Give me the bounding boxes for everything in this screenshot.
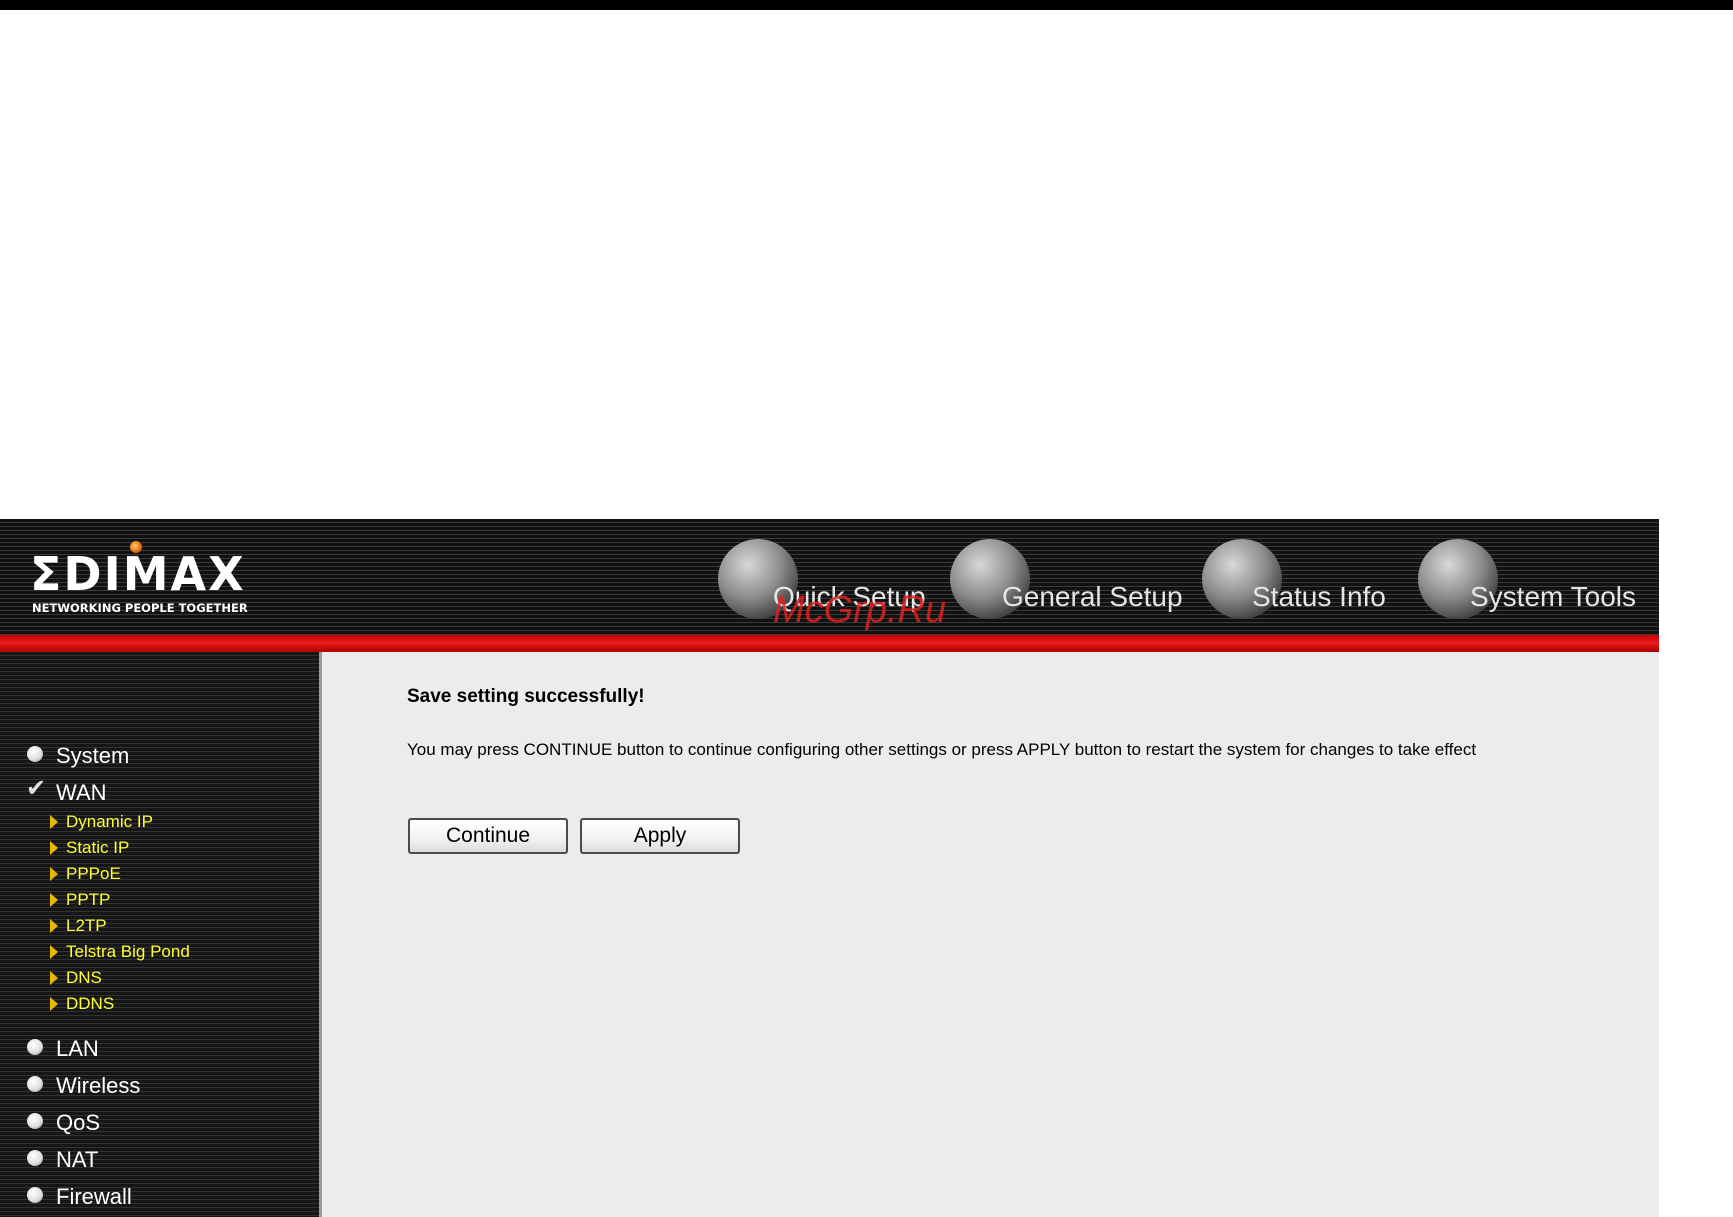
radio-bullet-icon	[27, 1150, 43, 1166]
logo-dot-icon	[130, 541, 142, 553]
arrow-right-icon	[50, 841, 58, 855]
apply-button[interactable]: Apply	[580, 818, 740, 854]
edimax-logo: ΣDIMAX NETWORKING PEOPLE TOGETHER	[30, 541, 300, 619]
sidebar-item-label: WAN	[56, 780, 107, 805]
submenu-item-label: Telstra Big Pond	[66, 942, 190, 961]
logo-wordmark: ΣDIMAX	[30, 547, 246, 601]
top-black-bar	[0, 0, 1733, 10]
sidebar-item-label: Wireless	[56, 1073, 141, 1098]
radio-bullet-icon	[27, 746, 43, 762]
arrow-right-icon	[50, 945, 58, 959]
submenu-item-label: DDNS	[66, 994, 115, 1013]
submenu-item-label: DNS	[66, 968, 102, 987]
router-admin-page: ΣDIMAX NETWORKING PEOPLE TOGETHER Quick …	[0, 519, 1659, 1217]
sidebar-item-label: NAT	[56, 1147, 99, 1172]
radio-bullet-icon	[27, 1187, 43, 1203]
sidebar-divider	[319, 652, 322, 1217]
radio-bullet-icon	[27, 1076, 43, 1092]
radio-bullet-icon	[27, 1039, 43, 1055]
header-bar: ΣDIMAX NETWORKING PEOPLE TOGETHER Quick …	[0, 519, 1659, 635]
submenu-item-label: L2TP	[66, 916, 107, 935]
info-message: You may press CONTINUE button to continu…	[407, 740, 1477, 759]
arrow-right-icon	[50, 893, 58, 907]
watermark-text: McGrp.Ru	[773, 589, 947, 631]
sidebar-item-label: System	[56, 743, 130, 768]
submenu-item-label: PPTP	[66, 890, 111, 909]
nav-general-setup-label: General Setup	[1002, 581, 1183, 612]
continue-button[interactable]: Continue	[408, 818, 568, 854]
logo-tagline: NETWORKING PEOPLE TOGETHER	[32, 601, 248, 615]
nav-status-info-label: Status Info	[1252, 581, 1386, 612]
arrow-right-icon	[50, 971, 58, 985]
sidebar-item-label: QoS	[56, 1110, 101, 1135]
page-title: Save setting successfully!	[407, 686, 645, 707]
sidebar-item-label: LAN	[56, 1036, 99, 1061]
header-red-band	[0, 635, 1659, 652]
nav-system-tools[interactable]: System Tools	[1418, 539, 1648, 623]
sidebar: System ✔ WAN Dynamic IP Static IP PPPoE …	[0, 652, 319, 1217]
nav-status-info[interactable]: Status Info	[1202, 539, 1407, 623]
arrow-right-icon	[50, 815, 58, 829]
nav-system-tools-label: System Tools	[1470, 581, 1636, 612]
sidebar-item-label: Firewall	[56, 1184, 132, 1209]
arrow-right-icon	[50, 867, 58, 881]
nav-general-setup[interactable]: General Setup	[950, 539, 1195, 623]
submenu-item-label: Dynamic IP	[66, 812, 153, 831]
check-mark-icon: ✔	[26, 775, 47, 802]
arrow-right-icon	[50, 997, 58, 1011]
arrow-right-icon	[50, 919, 58, 933]
submenu-item-label: PPPoE	[66, 864, 121, 883]
submenu-item-label: Static IP	[66, 838, 130, 857]
radio-bullet-icon	[27, 1113, 43, 1129]
